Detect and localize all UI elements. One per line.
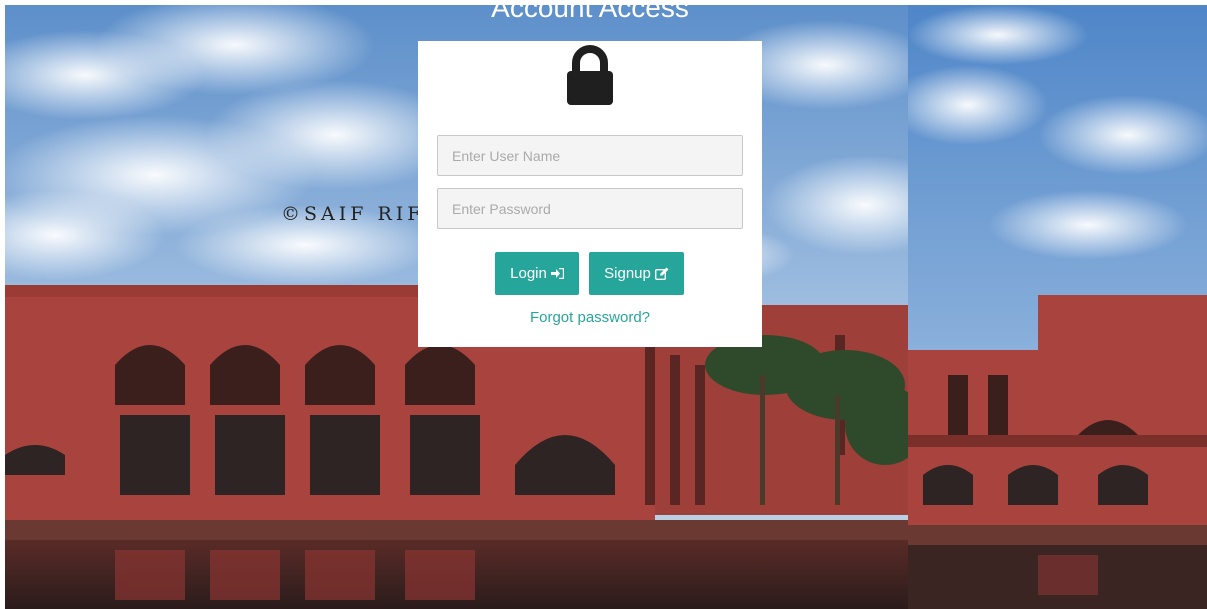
sign-in-icon	[550, 268, 564, 279]
login-button[interactable]: Login	[495, 252, 579, 295]
photo-watermark: ©SAIF RIFA	[281, 203, 441, 225]
signup-button-label: Signup	[604, 265, 651, 282]
username-input[interactable]	[437, 135, 743, 176]
signup-button[interactable]: Signup	[589, 252, 684, 295]
edit-icon	[654, 267, 669, 280]
password-input[interactable]	[437, 188, 743, 229]
login-button-label: Login	[510, 265, 547, 282]
lock-icon	[565, 45, 615, 107]
login-card: Login Signup Forgot password?	[418, 41, 762, 347]
page-title: Account Access	[491, 0, 689, 23]
campus-photo-right	[908, 5, 1207, 609]
forgot-password-link[interactable]: Forgot password?	[418, 309, 762, 326]
